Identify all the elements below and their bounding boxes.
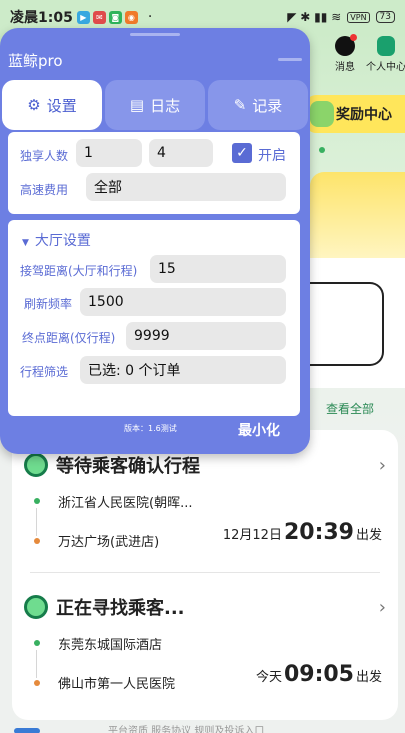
hall-settings-title: 大厅设置 — [34, 233, 91, 249]
vpn-badge: VPN — [347, 11, 370, 23]
messages-label: 消息 — [335, 62, 355, 73]
trip-destination: 佛山市第一人民医院 — [58, 677, 176, 692]
app-notification-icon: ▶ — [76, 10, 90, 24]
tab-settings[interactable]: ⚙ 设置 — [2, 80, 102, 130]
triangle-down-icon: ▼ — [22, 238, 29, 248]
divider — [30, 572, 380, 573]
exclusive-max-input[interactable]: 4 — [149, 139, 213, 167]
pickup-distance-input[interactable]: 15 — [150, 255, 286, 283]
exclusive-min-input[interactable]: 1 — [76, 139, 142, 167]
end-distance-label: 终点距离(仅行程) — [22, 331, 116, 345]
mascot-icon — [310, 101, 334, 127]
highway-label: 高速费用 — [20, 183, 69, 197]
profile-label: 个人中心 — [366, 62, 405, 73]
trip-clock: 09:05 — [283, 662, 354, 687]
route-line — [36, 508, 37, 536]
floating-settings-panel[interactable]: 蓝鲸pro ⚙ 设置 ▤ 日志 ✎ 记录 独享人数 1 4 ✓ 开启 高速费用 … — [0, 28, 310, 454]
trip-card[interactable]: 等待乘客确认行程 › — [24, 452, 386, 478]
version-label: 版本：1.6测试 — [124, 424, 177, 433]
trip-action: 出发 — [355, 670, 382, 685]
minimize-button[interactable]: 最小化 — [238, 420, 280, 440]
view-all-link[interactable]: 查看全部 — [326, 400, 374, 417]
trip-status: 等待乘客确认行程 — [56, 456, 200, 477]
panel-title: 蓝鲸pro — [8, 52, 63, 70]
profile-icon — [377, 36, 395, 56]
trip-origin: 东莞东城国际酒店 — [58, 638, 163, 653]
messages-button[interactable]: 消息 — [330, 34, 360, 73]
trip-time: 12月12日 20:39 出发 — [223, 520, 382, 545]
profile-button[interactable]: 个人中心 — [366, 36, 405, 73]
trip-filter-select[interactable]: 已选: 0 个订单 — [80, 356, 286, 384]
trip-status-row: 正在寻找乘客... › — [24, 594, 386, 620]
search-status-icon — [24, 453, 48, 477]
tab-log[interactable]: ▤ 日志 — [105, 80, 205, 130]
trip-status-row: 等待乘客确认行程 › — [24, 452, 386, 478]
tab-label: 日志 — [150, 96, 181, 115]
clipboard-icon: ▤ — [129, 96, 145, 114]
destination-dot-icon — [34, 680, 40, 686]
pickup-distance-label: 接驾距离(大厅和行程) — [20, 264, 138, 278]
drag-handle[interactable] — [130, 33, 180, 36]
app-notification-icon: ◙ — [108, 10, 122, 24]
outlined-card[interactable] — [300, 282, 384, 366]
chevron-right-icon: › — [378, 596, 386, 618]
destination-dot-icon — [34, 538, 40, 544]
highway-select[interactable]: 全部 — [86, 173, 286, 201]
trip-time: 今天 09:05 出发 — [256, 662, 382, 687]
trip-filter-label: 行程筛选 — [20, 365, 69, 379]
trip-card[interactable]: 正在寻找乘客... › — [24, 594, 386, 620]
panel-tabs: ⚙ 设置 ▤ 日志 ✎ 记录 — [0, 80, 310, 130]
tab-records[interactable]: ✎ 记录 — [208, 80, 308, 130]
memo-icon: ✎ — [233, 96, 247, 114]
trip-list: 等待乘客确认行程 › 浙江省人民医院(朝晖... 万达广场(武进店) 12月12… — [12, 430, 398, 720]
app-notification-icon: ◉ — [124, 10, 138, 24]
trip-action: 出发 — [355, 528, 382, 543]
reward-center-button[interactable]: 奖励中心 — [306, 95, 405, 133]
chat-bubble-icon — [335, 34, 357, 56]
promo-card[interactable] — [310, 172, 405, 262]
chevron-right-icon: › — [378, 454, 386, 476]
trip-clock: 20:39 — [283, 520, 354, 545]
notification-icons: ▶ ✉ ◙ ◉ — [76, 10, 138, 24]
gear-icon: ⚙ — [27, 96, 41, 114]
app-notification-icon: ✉ — [92, 10, 106, 24]
enable-label: 开启 — [258, 148, 286, 164]
trip-status: 正在寻找乘客... — [56, 598, 185, 619]
trip-destination: 万达广场(武进店) — [58, 535, 160, 550]
origin-dot-icon — [34, 498, 40, 504]
refresh-rate-input[interactable]: 1500 — [80, 288, 286, 316]
exclusive-label: 独享人数 — [20, 149, 69, 163]
tab-label: 设置 — [46, 96, 77, 115]
indicator-dot — [319, 147, 325, 153]
origin-dot-icon — [34, 640, 40, 646]
trip-date: 12月12日 — [222, 528, 282, 543]
enable-checkbox[interactable]: ✓ — [232, 143, 252, 163]
footer-links[interactable]: 平台资质 服务协议 规则及投诉入口 — [108, 722, 264, 733]
search-status-icon — [24, 595, 48, 619]
tab-label: 记录 — [252, 96, 283, 115]
bottom-indicator — [14, 728, 40, 733]
collapse-dash-icon[interactable] — [278, 58, 302, 61]
status-dot: · — [147, 9, 153, 25]
reward-label: 奖励中心 — [336, 107, 392, 123]
hall-settings-header[interactable]: ▼ 大厅设置 — [22, 230, 91, 250]
trip-date: 今天 — [255, 670, 282, 685]
end-distance-input[interactable]: 9999 — [126, 322, 286, 350]
battery-icon: 73 — [375, 11, 395, 23]
refresh-rate-label: 刷新频率 — [24, 297, 73, 311]
hall-settings-section: ▼ 大厅设置 接驾距离(大厅和行程) 15 刷新频率 1500 终点距离(仅行程)… — [8, 220, 300, 416]
basic-settings-section: 独享人数 1 4 ✓ 开启 高速费用 全部 — [8, 132, 300, 214]
system-icons: ◤ ✱ ▮▮ ≋ VPN 73 — [287, 10, 395, 24]
route-line — [36, 650, 37, 678]
signal-icons: ◤ ✱ ▮▮ ≋ — [287, 10, 342, 24]
trip-origin: 浙江省人民医院(朝晖... — [58, 496, 193, 511]
clock: 凌晨1:05 — [10, 10, 73, 26]
